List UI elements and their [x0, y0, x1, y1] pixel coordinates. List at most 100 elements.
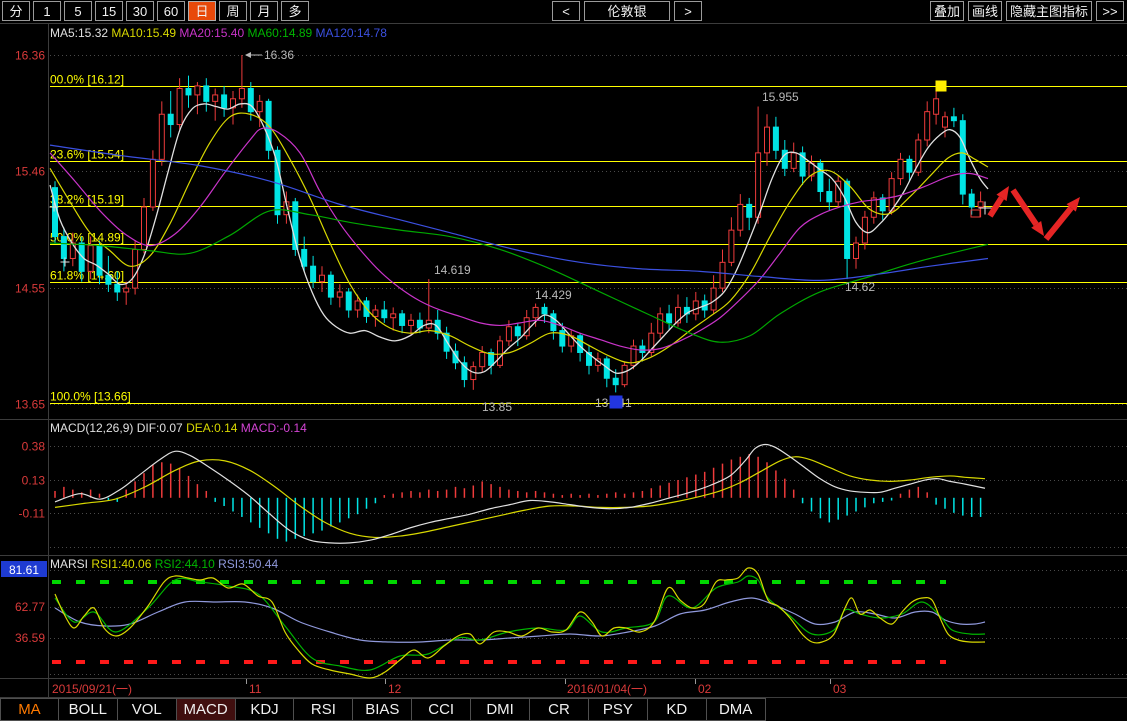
candle-body	[328, 275, 333, 297]
price-annotation: 16.36	[264, 48, 294, 62]
symbol-button[interactable]: 伦敦银	[584, 1, 670, 21]
candle-body	[515, 327, 520, 336]
macd-y-label: -0.11	[19, 507, 46, 521]
period-button-7[interactable]: 日	[188, 1, 216, 21]
candle-body	[186, 88, 191, 94]
candle-body	[498, 341, 503, 365]
tab-bias[interactable]: BIAS	[353, 698, 412, 721]
period-button-10[interactable]: 多	[281, 1, 309, 21]
rsi-y-label: 62.77	[15, 600, 45, 614]
candle-body	[756, 153, 761, 217]
candle-body	[311, 266, 316, 281]
candle-body	[640, 346, 645, 352]
tab-dma[interactable]: DMA	[707, 698, 766, 721]
more-button[interactable]: >>	[1096, 1, 1124, 21]
period-button-5[interactable]: 30	[126, 1, 154, 21]
date-label: 2015/09/21(一)	[52, 682, 132, 696]
drawn-trend-arrow[interactable]	[1013, 190, 1036, 224]
rsi-legend: MARSI RSI1:40.06 RSI2:44.10 RSI3:50.44	[50, 557, 278, 571]
price-annotation: 15.955	[762, 90, 799, 104]
tab-macd[interactable]: MACD	[177, 698, 236, 721]
candle-body	[506, 327, 511, 341]
candle-body	[711, 288, 716, 310]
candle-body	[355, 301, 360, 310]
tab-vol[interactable]: VOL	[118, 698, 177, 721]
candle-body	[871, 198, 876, 217]
period-buttons: 分15153060日周月多	[2, 1, 309, 21]
candle-body	[773, 127, 778, 150]
candle-body	[533, 307, 538, 317]
prev-symbol-button[interactable]: <	[552, 1, 580, 21]
tab-dmi[interactable]: DMI	[471, 698, 530, 721]
period-button-8[interactable]: 周	[219, 1, 247, 21]
macd-legend: MACD(12,26,9) DIF:0.07 DEA:0.14 MACD:-0.…	[50, 421, 307, 435]
date-label: 2016/01/04(一)	[567, 682, 647, 696]
candle-body	[302, 249, 307, 266]
candle-body	[845, 181, 850, 258]
candle-body	[907, 159, 912, 172]
period-button-6[interactable]: 60	[157, 1, 185, 21]
candle-body	[115, 284, 120, 292]
hide-main-indicator-button[interactable]: 隐藏主图指标	[1006, 1, 1092, 21]
period-button-9[interactable]: 月	[250, 1, 278, 21]
fib-label: 00.0% [16.12]	[50, 73, 124, 87]
annotation-arrowhead	[245, 52, 251, 58]
tab-kdj[interactable]: KDJ	[236, 698, 295, 721]
tab-kd[interactable]: KD	[648, 698, 707, 721]
date-label: 12	[388, 682, 402, 696]
rsi-y-label: 81.61	[9, 563, 39, 577]
fib-label: 100.0% [13.66]	[50, 390, 131, 404]
candle-body	[622, 365, 627, 384]
tab-ma[interactable]: MA	[0, 698, 59, 721]
candle-body	[738, 204, 743, 230]
period-button-2[interactable]: 1	[33, 1, 61, 21]
candle-body	[337, 292, 342, 297]
candle-body	[204, 86, 209, 101]
candle-body	[177, 88, 182, 124]
period-button-1[interactable]: 分	[2, 1, 30, 21]
candle-body	[382, 310, 387, 318]
dea-line	[55, 457, 985, 538]
tab-boll[interactable]: BOLL	[59, 698, 118, 721]
draw-line-button[interactable]: 画线	[968, 1, 1002, 21]
macd-y-label: 0.38	[22, 440, 46, 454]
tab-rsi[interactable]: RSI	[294, 698, 353, 721]
tab-cr[interactable]: CR	[530, 698, 589, 721]
period-button-4[interactable]: 15	[95, 1, 123, 21]
candle-body	[827, 192, 832, 202]
drawn-trend-arrow[interactable]	[1046, 208, 1071, 239]
price-annotation: 14.62	[845, 280, 875, 294]
overlay-button[interactable]: 叠加	[930, 1, 964, 21]
candle-body	[480, 352, 485, 366]
date-label: 03	[833, 682, 847, 696]
toolbar: 分15153060日周月多 < 伦敦银 > 叠加画线隐藏主图指标>>	[0, 0, 1127, 24]
candle-body	[248, 88, 253, 111]
candle-body	[239, 88, 244, 98]
candle-body	[951, 117, 956, 121]
candle-body	[88, 246, 93, 272]
candle-body	[880, 198, 885, 211]
candle-body	[159, 114, 164, 159]
candle-body	[960, 121, 965, 194]
tab-psy[interactable]: PSY	[589, 698, 648, 721]
fib-label: 38.2% [15.19]	[50, 193, 124, 207]
candle-body	[195, 86, 200, 95]
candle-body	[613, 378, 618, 384]
date-label: 02	[698, 682, 712, 696]
period-button-3[interactable]: 5	[64, 1, 92, 21]
macd-y-label: 0.13	[22, 474, 46, 488]
candle-body	[124, 288, 129, 292]
candle-body	[142, 207, 147, 249]
candle-body	[346, 292, 351, 310]
chart-canvas[interactable]: 16.3615.4614.5513.6500.0% [16.12]23.6% […	[0, 0, 1127, 721]
next-symbol-button[interactable]: >	[674, 1, 702, 21]
main-y-label: 16.36	[15, 49, 45, 63]
dif-line	[55, 444, 985, 543]
candle-body	[925, 112, 930, 140]
symbol-switcher: < 伦敦银 >	[552, 1, 702, 21]
candle-body	[898, 159, 903, 178]
candle-body	[747, 204, 752, 217]
tab-cci[interactable]: CCI	[412, 698, 471, 721]
candle-body	[658, 314, 663, 333]
low-marker	[610, 396, 623, 409]
